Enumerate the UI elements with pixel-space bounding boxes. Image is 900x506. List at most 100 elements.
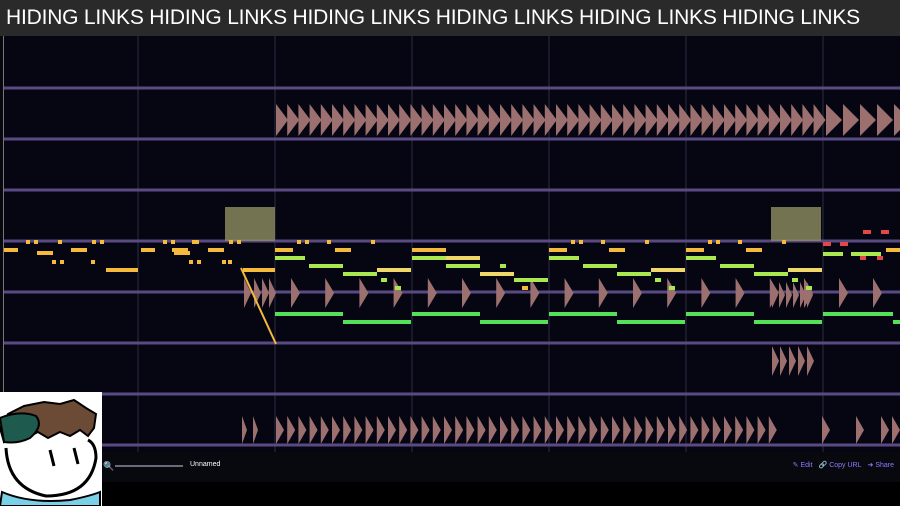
pitch-note [716, 240, 720, 244]
pitch-note [782, 240, 786, 244]
noise-note [262, 278, 269, 308]
noise-note [287, 416, 296, 444]
noise-note [359, 278, 369, 308]
pitch-note [275, 312, 343, 316]
noise-note [757, 104, 770, 136]
pitch-note [823, 312, 893, 316]
pitch-note [886, 248, 900, 252]
noise-note [589, 104, 602, 136]
noise-note [511, 104, 524, 136]
loop-marker [771, 207, 821, 241]
pitch-note [192, 240, 196, 244]
page-title: HIDING LINKS HIDING LINKS HIDING LINKS H… [0, 0, 900, 36]
channel-divider [4, 290, 900, 294]
noise-note [488, 104, 501, 136]
pitch-note [58, 240, 62, 244]
pitch-note [171, 240, 175, 244]
pitch-note [228, 260, 232, 264]
noise-note [578, 104, 591, 136]
noise-note [421, 416, 430, 444]
noise-note [242, 416, 247, 444]
noise-note [343, 104, 356, 136]
noise-note [656, 416, 665, 444]
share-link[interactable]: ➜ Share [868, 461, 895, 469]
noise-note [320, 104, 333, 136]
pitch-note [851, 252, 881, 256]
noise-note [556, 104, 568, 136]
noise-note [768, 416, 777, 444]
noise-note [388, 416, 396, 444]
pattern-editor[interactable] [3, 36, 900, 452]
pitch-note [893, 320, 900, 324]
noise-note [735, 416, 744, 444]
noise-note [399, 416, 408, 444]
pitch-note [720, 264, 754, 268]
noise-note [276, 104, 288, 136]
pitch-note [71, 248, 87, 252]
noise-note [600, 104, 613, 136]
pitch-note [275, 248, 293, 252]
noise-note [856, 416, 864, 444]
channel-divider [4, 392, 900, 396]
noise-note [455, 416, 464, 444]
pitch-note [275, 256, 305, 260]
pitch-note [34, 240, 38, 244]
noise-note [332, 104, 344, 136]
noise-note [589, 416, 598, 444]
pitch-note [297, 240, 301, 244]
noise-note [612, 104, 624, 136]
noise-note [873, 278, 882, 308]
noise-note [772, 346, 779, 376]
pitch-note [788, 268, 822, 272]
pitch-note [209, 248, 223, 252]
noise-note [813, 104, 826, 136]
pitch-note [881, 230, 889, 234]
noise-note [860, 104, 876, 136]
edit-link-label: Edit [800, 462, 813, 469]
pitch-note [381, 278, 387, 282]
noise-note [578, 416, 587, 444]
pitch-note [335, 248, 351, 252]
noise-note [724, 416, 732, 444]
pitch-note [617, 272, 651, 276]
pitch-note [860, 256, 866, 260]
song-name: Unnamed [190, 461, 221, 468]
pitch-note [549, 312, 617, 316]
zoom-slider[interactable] [115, 465, 183, 467]
noise-note [746, 416, 755, 444]
pitch-note [243, 268, 275, 272]
noise-note [668, 416, 676, 444]
noise-note [466, 416, 475, 444]
noise-note [779, 282, 785, 308]
pitch-note [669, 286, 675, 290]
share-link-label: Share [875, 462, 894, 469]
noise-note [365, 104, 378, 136]
pitch-note [4, 248, 18, 252]
noise-note [791, 104, 804, 136]
magnifier-icon[interactable]: 🔍 [103, 461, 114, 472]
pitch-note [163, 240, 167, 244]
edit-link[interactable]: ✎ Edit [793, 461, 813, 469]
pitch-note [686, 248, 704, 252]
pitch-note [746, 248, 762, 252]
channel-divider [4, 341, 900, 345]
pitch-note [686, 312, 754, 316]
noise-note [843, 104, 859, 136]
pitch-note [60, 260, 64, 264]
noise-note [427, 278, 437, 308]
copy-url-link[interactable]: 🔗 Copy URL [819, 461, 862, 469]
noise-note [298, 104, 311, 136]
pitch-note [549, 256, 579, 260]
noise-note [477, 416, 486, 444]
pitch-note [617, 320, 685, 324]
pitch-note [172, 248, 188, 252]
noise-note [701, 278, 711, 308]
noise-note [500, 104, 512, 136]
noise-note [772, 282, 778, 308]
noise-note [291, 278, 300, 308]
pitch-note [309, 264, 343, 268]
noise-note [679, 104, 692, 136]
noise-note [488, 416, 497, 444]
noise-note [881, 416, 889, 444]
pattern-editor-canvas[interactable] [4, 36, 900, 452]
